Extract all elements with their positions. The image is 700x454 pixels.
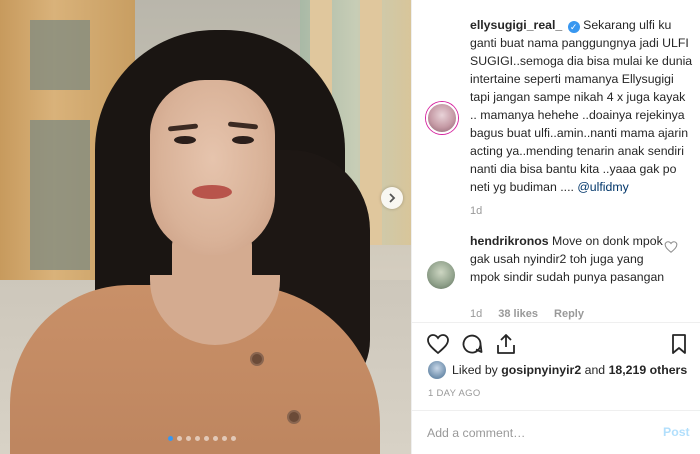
action-bar bbox=[412, 322, 700, 362]
comment-meta: 1d 38 likes Reply bbox=[470, 308, 584, 320]
caption-username[interactable]: ellysugigi_real_ bbox=[470, 18, 562, 32]
comment-reply-button[interactable]: Reply bbox=[554, 308, 584, 320]
comment-username[interactable]: hendrikronos bbox=[470, 234, 549, 248]
commenter-avatar[interactable] bbox=[427, 261, 455, 289]
carousel-dot[interactable] bbox=[168, 436, 173, 441]
comment-icon[interactable] bbox=[460, 332, 484, 356]
liked-by-joiner: and bbox=[584, 363, 606, 377]
caption-text: Sekarang ulfi ku ganti buat nama panggun… bbox=[470, 18, 693, 194]
carousel-next-button[interactable] bbox=[381, 187, 403, 209]
subject-face bbox=[150, 80, 275, 255]
post-timestamp[interactable]: 1 DAY AGO bbox=[428, 388, 481, 399]
carousel-dots bbox=[168, 436, 236, 441]
author-avatar[interactable] bbox=[426, 102, 458, 134]
comment-input[interactable] bbox=[427, 423, 647, 443]
liker-avatar[interactable] bbox=[428, 361, 446, 379]
add-comment-bar: Post bbox=[412, 410, 700, 454]
verified-badge-icon: ✓ bbox=[567, 21, 580, 33]
heart-icon[interactable] bbox=[426, 332, 450, 356]
comment-item: hendrikronos Move on donk mpok gak usah … bbox=[470, 232, 670, 286]
carousel-dot[interactable] bbox=[204, 436, 209, 441]
carousel-dot[interactable] bbox=[222, 436, 227, 441]
bookmark-icon[interactable] bbox=[667, 332, 691, 356]
comment-age: 1d bbox=[470, 308, 483, 320]
carousel-dot[interactable] bbox=[231, 436, 236, 441]
chevron-right-icon bbox=[389, 193, 396, 203]
liked-by-others[interactable]: 18,219 others bbox=[609, 363, 688, 377]
share-icon[interactable] bbox=[494, 332, 518, 356]
comment-likes[interactable]: 38 likes bbox=[498, 308, 538, 320]
post-comment-button[interactable]: Post bbox=[663, 425, 690, 439]
carousel-dot[interactable] bbox=[213, 436, 218, 441]
carousel-dot[interactable] bbox=[186, 436, 191, 441]
post-photo[interactable] bbox=[0, 0, 411, 454]
post-caption: ellysugigi_real_ ✓ Sekarang ulfi ku gant… bbox=[470, 16, 695, 196]
carousel-dot[interactable] bbox=[177, 436, 182, 441]
caption-mention[interactable]: @ulfidmy bbox=[577, 180, 628, 194]
comment-like-icon[interactable] bbox=[664, 240, 678, 254]
liked-by-row: Liked by gosipnyinyir2 and 18,219 others bbox=[428, 361, 698, 379]
comments-section[interactable]: ellysugigi_real_ ✓ Sekarang ulfi ku gant… bbox=[412, 0, 700, 322]
carousel-dot[interactable] bbox=[195, 436, 200, 441]
subject-lips bbox=[192, 185, 232, 199]
liked-by-prefix: Liked by bbox=[452, 363, 498, 377]
post-details-panel: ellysugigi_real_ ✓ Sekarang ulfi ku gant… bbox=[411, 0, 700, 454]
liked-by-user[interactable]: gosipnyinyir2 bbox=[501, 363, 581, 377]
caption-age: 1d bbox=[470, 205, 483, 217]
